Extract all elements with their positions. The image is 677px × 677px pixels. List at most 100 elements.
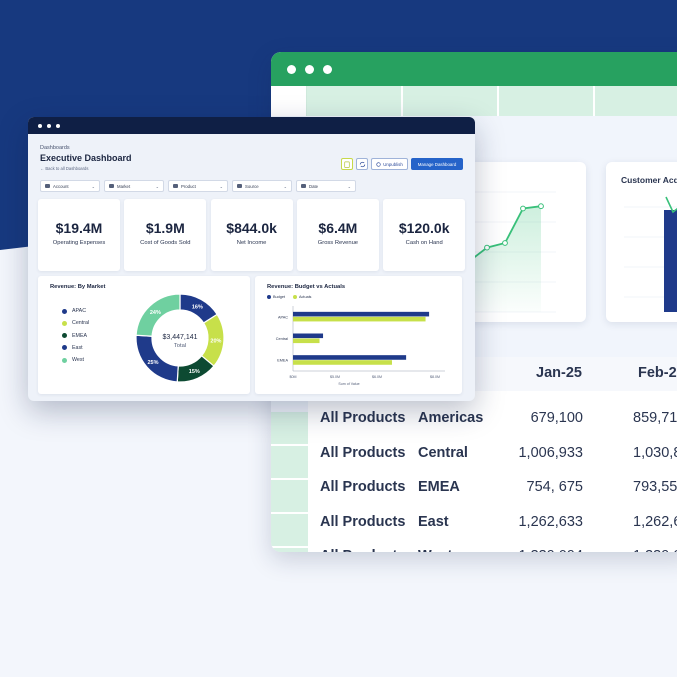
filter-label: Account — [53, 183, 69, 189]
data-point[interactable] — [502, 240, 508, 246]
manage-dashboard-label: Manage Dashboard — [417, 161, 457, 167]
product-cell[interactable]: All Products — [320, 514, 405, 530]
legend-item[interactable]: EMEA — [62, 333, 87, 339]
feb-value-cell[interactable]: 859,716 — [633, 410, 677, 426]
kpi-card[interactable]: $19.4M Operating Expenses — [38, 199, 120, 271]
feb-value-cell[interactable]: 793,552 — [633, 479, 677, 495]
table-row[interactable]: All Products Central 1,006,933 1,030,85 — [308, 436, 677, 470]
bar-budget-central[interactable] — [293, 333, 324, 339]
kpi-value: $6.4M — [318, 220, 358, 236]
filter-icon — [237, 184, 242, 188]
filter-icon — [301, 184, 306, 188]
chevron-down-icon: ⌄ — [283, 184, 287, 189]
product-cell[interactable]: All Products — [320, 445, 405, 461]
window-dot — [287, 64, 296, 74]
data-point[interactable] — [484, 244, 490, 251]
chevron-down-icon: ⌄ — [91, 184, 95, 189]
legend-swatch — [62, 320, 67, 326]
refresh-icon — [359, 161, 365, 167]
jan-value-cell[interactable]: 679,100 — [531, 410, 583, 426]
budget-bar-chart: APAC Central EMEA $0M $5.0M $6.0M $8.0M Sum of … — [276, 306, 445, 386]
window-dot — [38, 123, 42, 128]
legend-item-budget: Budget — [267, 295, 285, 299]
product-cell[interactable]: All Products — [320, 548, 405, 552]
revenue-by-market-panel: Revenue: By Market APAC Central EMEA East We… — [38, 276, 250, 394]
filter-dropdown[interactable]: Market ⌄ — [104, 180, 164, 192]
table-row[interactable]: All Products EMEA 754, 675 793,552 — [308, 470, 677, 504]
window-dot — [47, 123, 51, 128]
kpi-label: Operating Expenses — [52, 240, 106, 246]
legend-label: Actuals — [299, 295, 312, 299]
filter-label: Date — [309, 183, 319, 189]
back-link[interactable]: ← Back to all Dashboards — [40, 166, 88, 171]
kpi-value: $844.0k — [226, 220, 277, 236]
kpi-card[interactable]: $1.9M Cost of Goods Sold — [124, 199, 207, 271]
column-header[interactable]: Jan-25 — [536, 365, 582, 381]
slice-label: 16% — [192, 304, 203, 310]
product-cell[interactable]: All Products — [320, 410, 405, 426]
legend-item[interactable]: APAC — [62, 308, 86, 314]
back-link-label: Back to all Dashboards — [45, 166, 89, 171]
product-cell[interactable]: All Products — [320, 479, 405, 495]
legend-swatch — [62, 308, 67, 314]
table-row[interactable]: All Products East 1,262,633 1,262,63 — [308, 505, 677, 539]
kpi-value: $120.0k — [398, 220, 450, 236]
filter-dropdown[interactable]: Product ⌄ — [168, 180, 228, 192]
bar-budget-emea[interactable] — [293, 355, 407, 360]
table-row[interactable]: All Products West 1,339,094 1,339,09 — [308, 539, 677, 552]
market-cell[interactable]: East — [418, 514, 449, 530]
kpi-card[interactable]: $120.0k Cash on Hand — [383, 199, 466, 271]
legend-label: APAC — [72, 308, 87, 314]
filter-dropdown[interactable]: Source ⌄ — [232, 180, 292, 192]
card-title: Customer Acqui — [621, 175, 677, 185]
jan-value-cell[interactable]: 1,339,094 — [518, 548, 583, 552]
legend-label: Budget — [273, 295, 286, 299]
customer-bar-chart — [624, 196, 677, 312]
copy-button[interactable] — [341, 158, 353, 170]
feb-value-cell[interactable]: 1,030,85 — [633, 445, 677, 461]
legend-item[interactable]: East — [62, 345, 83, 351]
bar — [664, 210, 677, 312]
pie-slice-east[interactable] — [135, 334, 179, 383]
market-cell[interactable]: West — [418, 548, 452, 552]
data-point[interactable] — [520, 205, 526, 212]
market-cell[interactable]: Americas — [418, 410, 483, 426]
customer-acquisition-card: Customer Acqui — [606, 162, 677, 322]
jan-value-cell[interactable]: 1,006,933 — [518, 445, 583, 461]
refresh-button[interactable] — [356, 158, 368, 170]
kpi-card[interactable]: $6.4M Gross Revenue — [296, 199, 379, 271]
legend-swatch — [62, 345, 67, 351]
unpublish-button[interactable]: Unpublish — [371, 158, 408, 170]
bar-actuals-apac[interactable] — [293, 316, 426, 322]
kpi-card[interactable]: $844.0k Net Income — [210, 199, 293, 271]
category-label: Central — [276, 337, 288, 341]
breadcrumb[interactable]: Dashboards — [40, 145, 70, 151]
market-cell[interactable]: EMEA — [418, 479, 460, 495]
chevron-down-icon: ⌄ — [347, 184, 351, 189]
feb-value-cell[interactable]: 1,262,63 — [633, 514, 677, 530]
legend-item[interactable]: Central — [62, 320, 89, 326]
budget-vs-actuals-panel: Revenue: Budget vs Actuals Budget Actual… — [255, 276, 462, 394]
filter-dropdown[interactable]: Date ⌄ — [296, 180, 356, 192]
jan-value-cell[interactable]: 1,262,633 — [518, 514, 583, 530]
bar-actuals-central[interactable] — [293, 338, 320, 344]
filter-dropdown[interactable]: Account ⌄ — [40, 180, 100, 192]
sheet-column-header — [271, 86, 677, 116]
legend-swatch — [267, 295, 271, 299]
filter-icon — [45, 184, 50, 188]
column-header[interactable]: Feb-2 — [638, 365, 677, 381]
unpublish-icon — [376, 161, 381, 167]
legend-swatch — [293, 295, 297, 299]
manage-dashboard-button[interactable]: Manage Dashboard — [411, 158, 463, 170]
bar-budget-apac[interactable] — [293, 311, 430, 317]
legend-label: EMEA — [72, 332, 88, 339]
market-cell[interactable]: Central — [418, 445, 468, 461]
feb-value-cell[interactable]: 1,339,09 — [633, 548, 677, 552]
data-point[interactable] — [538, 203, 544, 210]
table-row[interactable]: All Products Americas 679,100 859,716 — [308, 401, 677, 435]
bar-actuals-emea[interactable] — [293, 360, 392, 365]
filter-icon — [109, 184, 114, 188]
window-title-bar — [28, 117, 475, 134]
legend-item[interactable]: West — [62, 357, 84, 363]
jan-value-cell[interactable]: 754, 675 — [527, 479, 583, 495]
